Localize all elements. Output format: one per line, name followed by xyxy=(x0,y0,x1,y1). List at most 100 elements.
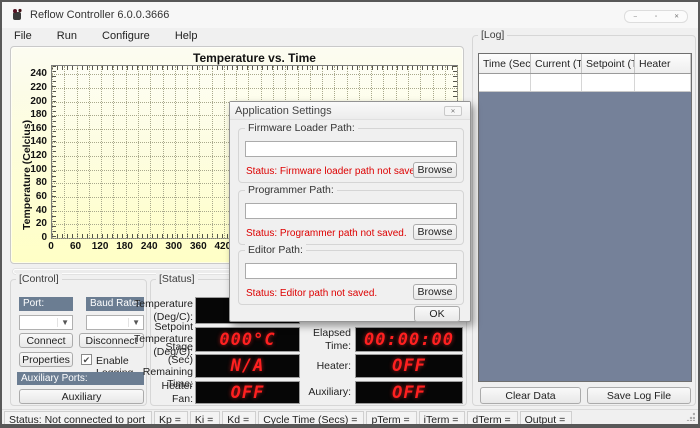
dialog-close-icon[interactable]: ✕ xyxy=(444,106,462,116)
menu-configure[interactable]: Configure xyxy=(92,28,160,44)
firmware-loader-path-group: Firmware Loader Path: Status: Firmware l… xyxy=(238,128,464,183)
firmware-loader-path-label: Firmware Loader Path: xyxy=(245,122,358,134)
programmer-path-input[interactable] xyxy=(245,203,457,219)
x-gridline xyxy=(126,66,127,238)
y-tick-label: 240 xyxy=(19,68,47,79)
port-select[interactable]: ▼ xyxy=(19,315,73,330)
dialog-title: Application Settings xyxy=(235,105,332,117)
auxiliary-display: OFF xyxy=(355,381,463,404)
statusbar-output: Output = xyxy=(520,411,573,426)
stage-remaining-time-display: N/A xyxy=(195,354,300,378)
statusbar-iterm: iTerm = xyxy=(419,411,466,426)
y-tick-label: 40 xyxy=(19,205,47,216)
firmware-browse-button[interactable]: Browse xyxy=(413,162,457,178)
log-column-setpoint[interactable]: Setpoint (T) xyxy=(582,54,635,73)
statusbar-dterm: dTerm = xyxy=(467,411,517,426)
elapsed-time-value: 00:00:00 xyxy=(364,330,454,350)
y-tick-label: 120 xyxy=(19,150,47,161)
control-panel-label: [Control] xyxy=(16,273,62,285)
y-tick-label: 60 xyxy=(19,191,47,202)
y-tick-label: 140 xyxy=(19,136,47,147)
temperature-label: Temperature (Deg/C): xyxy=(153,297,193,324)
application-settings-dialog: Application Settings ✕ Firmware Loader P… xyxy=(229,101,471,322)
window-title: Reflow Controller 6.0.0.3666 xyxy=(30,9,169,21)
maximize-icon[interactable]: ▫ xyxy=(646,11,667,22)
log-column-heater[interactable]: Heater xyxy=(635,54,691,73)
statusbar-ki: Ki = xyxy=(190,411,220,426)
chevron-down-icon: ▼ xyxy=(57,318,72,327)
editor-path-group: Editor Path: Status: Editor path not sav… xyxy=(238,250,464,305)
x-gridline xyxy=(175,66,176,238)
x-gridline xyxy=(212,66,213,238)
save-log-file-button[interactable]: Save Log File xyxy=(587,387,691,404)
firmware-loader-path-input[interactable] xyxy=(245,141,457,157)
log-table[interactable]: Time (Sec) Current (T) Setpoint (T) Heat… xyxy=(478,53,692,382)
elapsed-time-display: 00:00:00 xyxy=(355,327,463,352)
heater-fan-label: Heater Fan: xyxy=(153,381,193,404)
y-tick-label: 80 xyxy=(19,177,47,188)
statusbar-kp: Kp = xyxy=(154,411,188,426)
y-tick-label: 200 xyxy=(19,96,47,107)
firmware-loader-status-text: Status: Firmware loader path not saved. xyxy=(246,166,423,177)
auxiliary-button[interactable]: Auxiliary xyxy=(19,389,144,404)
x-gridline xyxy=(89,66,90,238)
y-tick-label: 180 xyxy=(19,109,47,120)
enable-logging-checkbox[interactable]: ✔ xyxy=(81,354,92,365)
menu-help[interactable]: Help xyxy=(165,28,208,44)
x-gridline xyxy=(187,66,188,238)
y-tick-label: 100 xyxy=(19,164,47,175)
heater-fan-value: OFF xyxy=(231,383,265,403)
clear-data-button[interactable]: Clear Data xyxy=(480,387,581,404)
properties-button[interactable]: Properties xyxy=(19,352,73,367)
stage-remaining-time-value: N/A xyxy=(231,356,265,376)
setpoint-temperature-display: 000°C xyxy=(195,327,300,352)
app-window: Reflow Controller 6.0.0.3666 – ▫ ✕ File … xyxy=(0,0,700,428)
statusbar-pterm: pTerm = xyxy=(366,411,416,426)
log-empty-row[interactable] xyxy=(479,74,691,92)
editor-status-text: Status: Editor path not saved. xyxy=(246,288,377,299)
menu-file[interactable]: File xyxy=(4,28,42,44)
statusbar-kd: Kd = xyxy=(222,411,256,426)
dialog-title-bar: Application Settings ✕ xyxy=(230,102,470,120)
programmer-browse-button[interactable]: Browse xyxy=(413,224,457,240)
y-tick-label: 160 xyxy=(19,123,47,134)
heater-display: OFF xyxy=(355,354,463,378)
editor-path-label: Editor Path: xyxy=(245,244,306,256)
x-gridline xyxy=(150,66,151,238)
programmer-path-label: Programmer Path: xyxy=(245,184,337,196)
statusbar-cycle-time: Cycle Time (Secs) = xyxy=(258,411,364,426)
log-panel: [Log] Time (Sec) Current (T) Setpoint (T… xyxy=(472,35,696,406)
close-icon[interactable]: ✕ xyxy=(666,11,687,22)
y-tick-label: 220 xyxy=(19,82,47,93)
x-gridline xyxy=(163,66,164,238)
x-gridline xyxy=(52,66,53,238)
programmer-status-text: Status: Programmer path not saved. xyxy=(246,228,407,239)
status-panel-label: [Status] xyxy=(156,273,198,285)
resize-grip[interactable] xyxy=(686,412,695,421)
editor-path-input[interactable] xyxy=(245,263,457,279)
programmer-path-group: Programmer Path: Status: Programmer path… xyxy=(238,190,464,245)
menu-run[interactable]: Run xyxy=(47,28,87,44)
y-gridline xyxy=(52,88,457,89)
log-column-time[interactable]: Time (Sec) xyxy=(479,54,531,73)
x-gridline xyxy=(199,66,200,238)
x-gridline xyxy=(138,66,139,238)
port-header: Port: xyxy=(19,297,73,311)
window-controls: – ▫ ✕ xyxy=(624,10,688,23)
x-gridline xyxy=(64,66,65,238)
log-column-current[interactable]: Current (T) xyxy=(531,54,582,73)
minimize-icon[interactable]: – xyxy=(625,11,646,22)
title-bar: Reflow Controller 6.0.0.3666 – ▫ ✕ xyxy=(2,2,698,28)
heater-label: Heater: xyxy=(301,354,351,378)
heater-fan-display: OFF xyxy=(195,381,300,404)
auxiliary-label: Auxiliary: xyxy=(301,381,351,404)
log-panel-label: [Log] xyxy=(478,29,507,41)
auxiliary-value: OFF xyxy=(392,383,426,403)
connect-button[interactable]: Connect xyxy=(19,333,73,348)
y-gridline xyxy=(52,74,457,75)
x-gridline xyxy=(224,66,225,238)
statusbar-connection: Status: Not connected to port xyxy=(4,411,152,426)
editor-browse-button[interactable]: Browse xyxy=(413,284,457,300)
ok-button[interactable]: OK xyxy=(414,306,460,322)
elapsed-time-label: Elapsed Time: xyxy=(301,327,351,352)
